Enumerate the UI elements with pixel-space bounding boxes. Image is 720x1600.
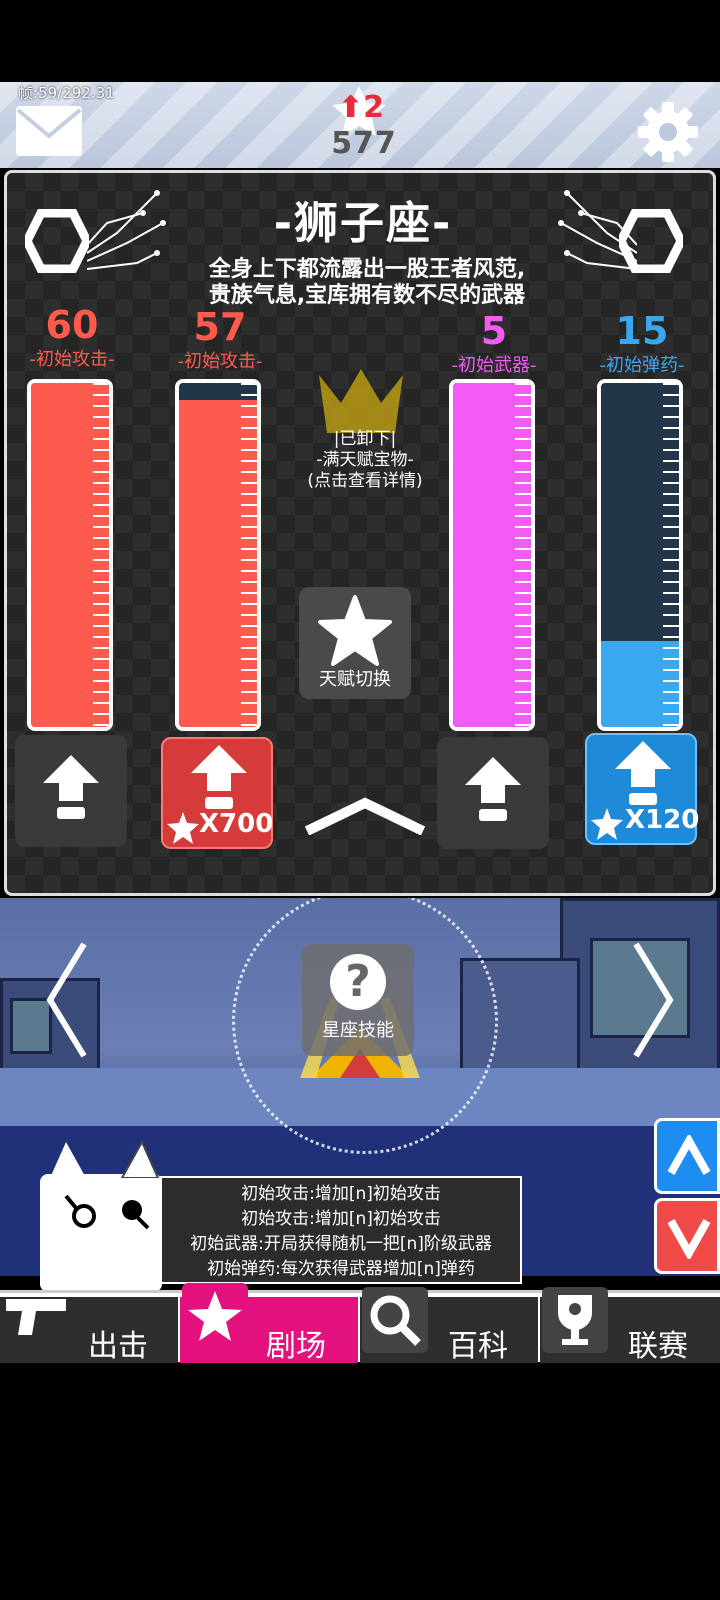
rank-badge: ⬆2 577 <box>324 86 396 161</box>
search-icon <box>362 1287 428 1353</box>
gear-icon <box>638 102 698 162</box>
game-screen: 帧:59/292.31 ⬆2 577 -狮子座- 全身上下都流露出一股王者风范, <box>0 0 720 1600</box>
star-icon <box>167 812 199 844</box>
upgrade-button[interactable]: X700 <box>161 737 273 849</box>
mail-icon <box>16 106 82 156</box>
gauge-ticks <box>663 383 679 727</box>
rank-up-value: ⬆2 <box>338 90 385 125</box>
tab-league[interactable]: 联赛 <box>540 1287 720 1364</box>
mail-button[interactable] <box>16 106 82 156</box>
upgrade-button[interactable]: X120 <box>585 733 700 845</box>
star-icon <box>591 808 623 840</box>
bottom-nav: 出击 剧场 百科 联赛 <box>0 1283 720 1364</box>
treasure-status[interactable]: |已卸下| -满天赋宝物- (点击查看详情) <box>267 429 463 492</box>
trophy-icon <box>542 1287 608 1353</box>
scroll-down-button[interactable] <box>654 1198 720 1274</box>
treasure-state: |已卸下| <box>333 429 397 449</box>
fps-counter: 帧:59/292.31 <box>18 84 115 102</box>
constellation-title: -狮子座- <box>273 198 453 249</box>
stat-value: 57 <box>193 305 247 349</box>
tab-sortie[interactable]: 出击 <box>0 1297 178 1364</box>
arrow-up-icon <box>191 745 247 809</box>
arrow-down-icon <box>667 1219 711 1259</box>
stat-label: -初始弹药- <box>599 355 685 376</box>
scroll-up-button[interactable] <box>654 1118 720 1194</box>
stat-label: -初始攻击- <box>29 349 115 370</box>
upgrade-cost: X700 <box>199 809 274 839</box>
chevron-right-icon[interactable] <box>632 940 676 1060</box>
info-line: 初始攻击:增加[n]初始攻击 <box>241 1209 441 1229</box>
treasure-name: -满天赋宝物- <box>316 450 414 470</box>
settings-button[interactable] <box>636 100 700 164</box>
upgrade-button[interactable] <box>15 735 127 847</box>
stat-label: -初始攻击- <box>177 351 263 372</box>
description-line: 全身上下都流露出一股王者风范, <box>208 257 526 282</box>
tab-theater[interactable]: 剧场 <box>180 1283 358 1364</box>
talent-switch-label: 天赋切换 <box>319 669 391 690</box>
constellation-description: 全身上下都流露出一股王者风范, 贵族气息,宝库拥有数不尽的武器 <box>167 257 567 309</box>
star-icon <box>182 1283 248 1349</box>
gun-icon <box>6 1299 66 1335</box>
stat-value: 60 <box>45 303 99 347</box>
stat-gauge <box>27 379 113 731</box>
info-line: 初始攻击:增加[n]初始攻击 <box>241 1184 441 1204</box>
upgrade-cost: X120 <box>625 805 700 835</box>
female-icon <box>64 1194 96 1228</box>
tab-encyclopedia[interactable]: 百科 <box>360 1287 538 1364</box>
arrow-up-icon <box>615 741 671 805</box>
upgrade-button[interactable] <box>437 737 549 849</box>
tab-label: 剧场 <box>266 1329 326 1364</box>
male-icon <box>122 1200 150 1230</box>
stat-gauge <box>175 379 261 731</box>
chevron-up-icon[interactable] <box>303 795 427 835</box>
talent-switch-button[interactable]: 天赋切换 <box>299 587 411 699</box>
gauge-ticks <box>515 383 531 727</box>
gauge-ticks <box>93 383 109 727</box>
tab-label: 出击 <box>88 1329 148 1364</box>
chevron-left-icon[interactable] <box>44 940 88 1060</box>
constellation-panel: -狮子座- 全身上下都流露出一股王者风范, 贵族气息,宝库拥有数不尽的武器 60… <box>4 170 716 896</box>
arrow-up-icon <box>667 1135 711 1175</box>
arrow-up-icon <box>43 755 99 819</box>
tab-label: 联赛 <box>628 1329 688 1364</box>
info-line: 初始武器:开局获得随机一把[n]阶级武器 <box>190 1234 492 1254</box>
tab-label: 百科 <box>448 1329 508 1364</box>
arrow-up-icon <box>465 757 521 821</box>
question-icon: ? <box>330 954 386 1010</box>
stat-gauge <box>597 379 683 731</box>
stat-info-box: 初始攻击:增加[n]初始攻击 初始攻击:增加[n]初始攻击 初始武器:开局获得随… <box>160 1176 522 1284</box>
constellation-skill-button[interactable]: ? 星座技能 <box>302 944 414 1056</box>
pet-card[interactable] <box>40 1139 162 1292</box>
skill-label: 星座技能 <box>322 1020 394 1041</box>
score-value: 577 <box>331 126 397 161</box>
cat-ears <box>50 1139 160 1178</box>
gauge-ticks <box>241 383 257 727</box>
info-line: 初始弹药:每次获得武器增加[n]弹药 <box>207 1259 475 1279</box>
star-icon <box>318 595 392 666</box>
stat-value: 5 <box>480 309 508 353</box>
treasure-hint: (点击查看详情) <box>307 471 423 491</box>
stat-value: 15 <box>615 309 669 353</box>
stat-label: -初始武器- <box>451 355 537 376</box>
